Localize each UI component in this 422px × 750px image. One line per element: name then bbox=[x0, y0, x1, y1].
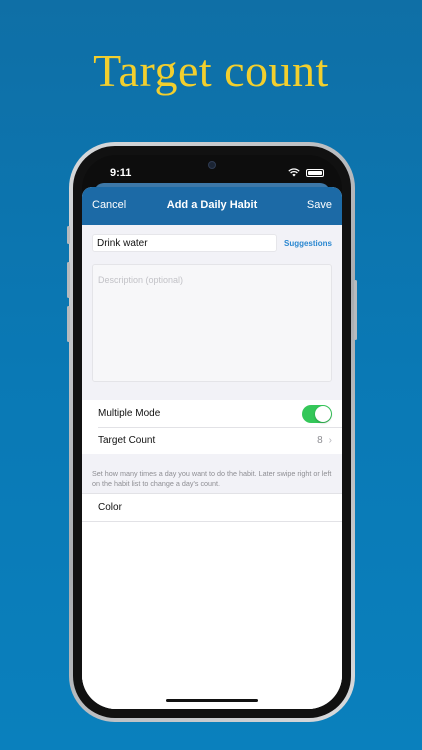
color-group: Color bbox=[82, 493, 342, 522]
habit-name-input[interactable] bbox=[92, 234, 277, 252]
phone-volume-down-button bbox=[67, 306, 70, 342]
chevron-right-icon: › bbox=[328, 435, 332, 446]
color-row[interactable]: Color bbox=[82, 494, 342, 521]
multiple-mode-label: Multiple Mode bbox=[98, 408, 161, 419]
lower-section bbox=[82, 521, 342, 709]
description-textarea[interactable]: Description (optional) bbox=[92, 264, 332, 382]
phone-volume-up-button bbox=[67, 262, 70, 298]
description-placeholder: Description (optional) bbox=[98, 275, 184, 285]
target-count-row[interactable]: Target Count 8 › bbox=[82, 427, 342, 454]
habit-name-row: Suggestions bbox=[92, 234, 332, 252]
phone-screen: 9:11 Cancel Add a Daily Habit Save Drink… bbox=[82, 155, 342, 709]
suggestions-button[interactable]: Suggestions bbox=[284, 239, 332, 248]
phone-power-button bbox=[354, 280, 357, 340]
phone-action-button bbox=[67, 226, 70, 244]
page-title: Add a Daily Habit bbox=[166, 199, 258, 211]
color-label: Color bbox=[98, 502, 122, 513]
form-content: Suggestions Description (optional) Multi… bbox=[82, 225, 342, 709]
navigation-bar: Cancel Add a Daily Habit Save bbox=[82, 187, 342, 225]
marketing-headline: Target count bbox=[93, 45, 329, 96]
count-settings-group: Multiple Mode Target Count 8 › bbox=[82, 400, 342, 454]
multiple-mode-row: Multiple Mode bbox=[82, 400, 342, 427]
battery-icon bbox=[306, 168, 324, 177]
front-camera bbox=[208, 161, 216, 169]
multiple-mode-toggle[interactable] bbox=[302, 404, 332, 423]
target-count-help-text: Set how many times a day you want to do … bbox=[92, 469, 332, 488]
phone-frame: 9:11 Cancel Add a Daily Habit Save Drink… bbox=[67, 142, 357, 722]
wifi-icon bbox=[288, 168, 300, 177]
home-indicator[interactable] bbox=[166, 699, 258, 702]
add-habit-sheet: Cancel Add a Daily Habit Save Suggestion… bbox=[82, 187, 342, 709]
save-button[interactable]: Save bbox=[307, 199, 332, 211]
target-count-label: Target Count bbox=[98, 435, 156, 446]
status-time: 9:11 bbox=[110, 167, 132, 179]
target-count-value: 8 bbox=[317, 435, 323, 446]
